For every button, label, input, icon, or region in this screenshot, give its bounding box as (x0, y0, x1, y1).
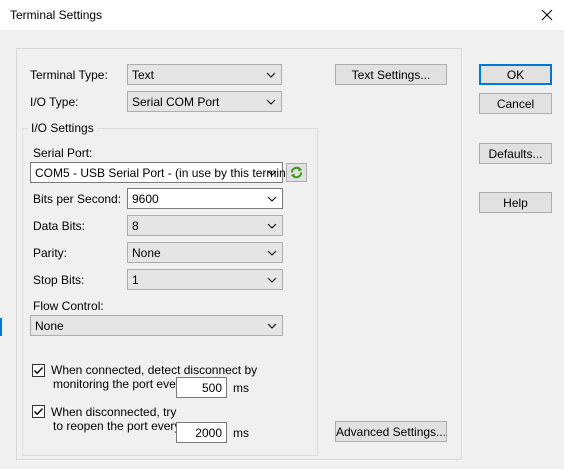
terminal-type-label: Terminal Type: (30, 68, 108, 82)
chevron-down-icon (267, 323, 277, 329)
chevron-down-icon (267, 196, 277, 202)
bits-per-second-select[interactable]: 9600 (127, 188, 283, 209)
close-button[interactable] (530, 0, 564, 30)
chevron-down-icon (267, 277, 277, 283)
parity-value: None (132, 246, 161, 260)
parity-label: Parity: (33, 246, 68, 260)
detect-disconnect-label-line1: When connected, detect disconnect by (51, 363, 258, 377)
stop-bits-select[interactable]: 1 (127, 269, 283, 290)
io-type-value: Serial COM Port (132, 95, 220, 109)
reopen-port-label-line2: to reopen the port every (53, 419, 181, 433)
window-title: Terminal Settings (10, 8, 103, 22)
stop-bits-label: Stop Bits: (33, 273, 85, 287)
chevron-down-icon (266, 72, 276, 78)
stop-bits-value: 1 (132, 273, 139, 287)
flow-control-label: Flow Control: (33, 299, 104, 313)
text-settings-button[interactable]: Text Settings... (335, 64, 447, 85)
defaults-button[interactable]: Defaults... (479, 143, 552, 164)
focus-edge (0, 318, 2, 336)
reopen-interval-unit: ms (233, 426, 249, 440)
data-bits-label: Data Bits: (33, 219, 86, 233)
bits-per-second-value: 9600 (132, 192, 159, 206)
terminal-type-value: Text (132, 68, 155, 82)
reopen-port-checkbox[interactable] (32, 405, 45, 418)
serial-port-value: COM5 - USB Serial Port - (in use by this… (35, 166, 300, 180)
disconnect-interval-unit: ms (233, 381, 249, 395)
chevron-down-icon (267, 250, 277, 256)
chevron-down-icon (267, 223, 277, 229)
checkmark-icon (34, 367, 44, 375)
terminal-settings-dialog: Terminal Settings Terminal Type: Text I/… (0, 0, 564, 469)
data-bits-value: 8 (132, 219, 139, 233)
bits-per-second-label: Bits per Second: (33, 192, 122, 206)
flow-control-value: None (35, 319, 64, 333)
io-type-select[interactable]: Serial COM Port (127, 91, 282, 112)
refresh-icon (290, 166, 303, 179)
ok-button[interactable]: OK (479, 64, 552, 85)
help-button[interactable]: Help (479, 192, 552, 213)
advanced-settings-button[interactable]: Advanced Settings... (335, 421, 447, 442)
cancel-button[interactable]: Cancel (479, 93, 552, 114)
reopen-interval-input[interactable]: 2000 (176, 422, 227, 443)
data-bits-select[interactable]: 8 (127, 215, 283, 236)
io-settings-group-title: I/O Settings (28, 121, 97, 135)
disconnect-interval-input[interactable]: 500 (176, 377, 227, 398)
serial-port-select[interactable]: COM5 - USB Serial Port - (in use by this… (30, 162, 299, 183)
reopen-port-label-line1: When disconnected, try (51, 405, 177, 419)
flow-control-select[interactable]: None (30, 315, 283, 336)
terminal-type-select[interactable]: Text (127, 64, 282, 85)
parity-select[interactable]: None (127, 242, 283, 263)
detect-disconnect-checkbox[interactable] (32, 364, 45, 377)
serial-port-label: Serial Port: (33, 146, 93, 160)
title-bar: Terminal Settings (0, 0, 564, 30)
refresh-ports-button[interactable] (286, 163, 307, 182)
checkmark-icon (34, 408, 44, 416)
io-type-label: I/O Type: (30, 95, 79, 109)
chevron-down-icon (266, 99, 276, 105)
detect-disconnect-label-line2: monitoring the port every (53, 377, 186, 391)
close-icon (541, 9, 553, 21)
chevron-down-icon (267, 170, 277, 176)
